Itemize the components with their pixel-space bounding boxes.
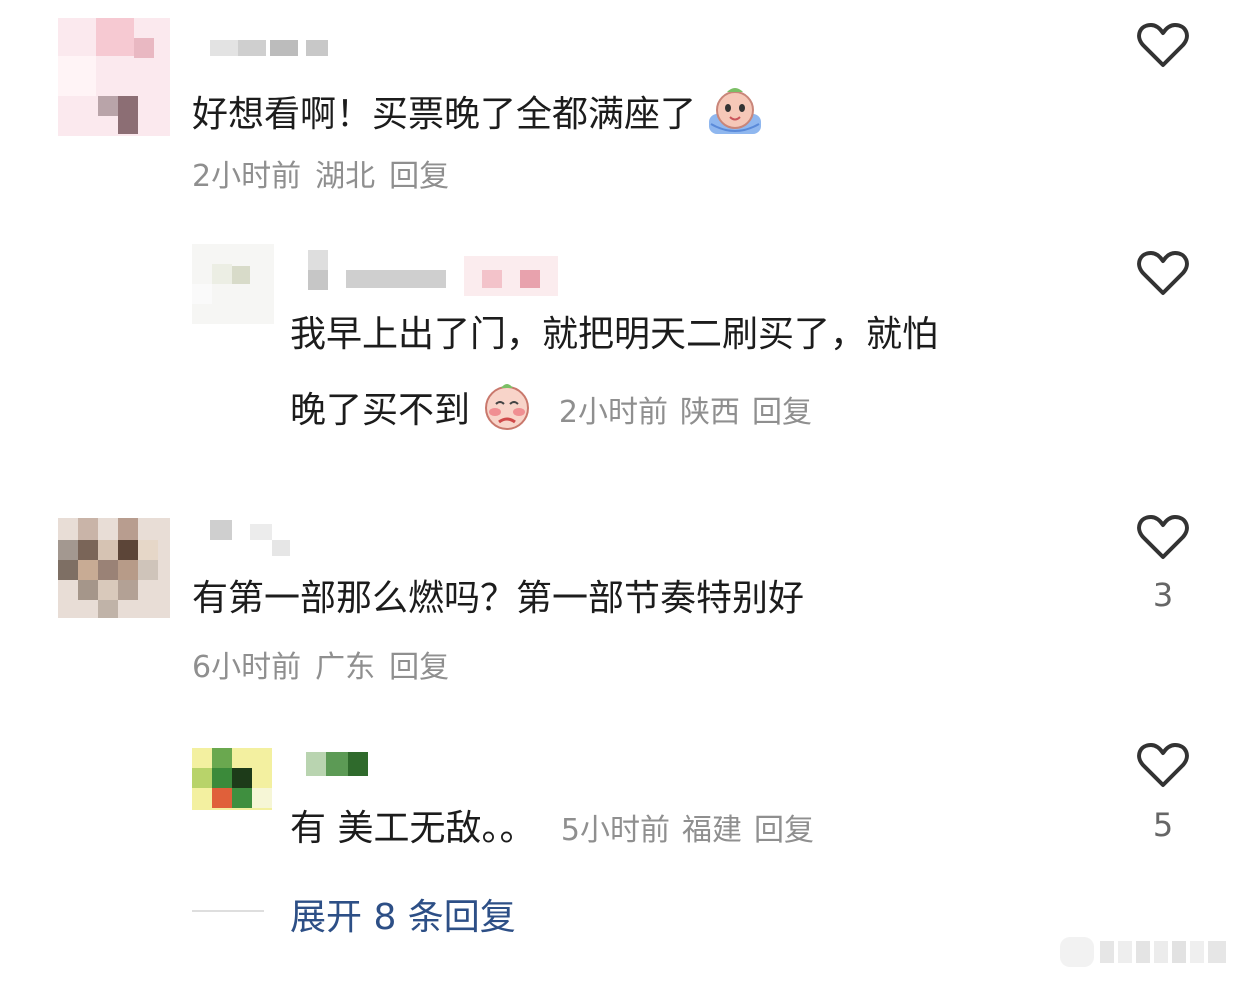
comment-body: 好想看啊！买票晚了全都满座了 xyxy=(192,94,697,135)
timestamp: 6小时前 xyxy=(192,650,302,685)
like-count: 5 xyxy=(1152,806,1174,844)
like-heart-icon[interactable] xyxy=(1137,742,1189,788)
reply-button[interactable]: 回复 xyxy=(752,395,812,430)
reply-button[interactable]: 回复 xyxy=(389,159,449,194)
comment-body-line2: 晚了买不到 xyxy=(290,390,471,431)
shy-face-icon xyxy=(481,380,533,444)
reply-button[interactable]: 回复 xyxy=(754,813,814,848)
like-heart-icon[interactable] xyxy=(1137,250,1189,296)
avatar[interactable] xyxy=(58,518,170,618)
comment-meta: 2小时前 湖北 回复 xyxy=(192,157,463,197)
location: 湖北 xyxy=(315,159,376,194)
comment-text: 我早上出了门，就把明天二刷买了，就怕 xyxy=(290,312,938,358)
reply-button[interactable]: 回复 xyxy=(389,650,449,685)
location: 福建 xyxy=(682,813,742,848)
avatar[interactable] xyxy=(58,18,170,136)
like-count: 3 xyxy=(1152,576,1174,614)
crying-face-icon xyxy=(707,84,763,148)
comment-body: 有 美工无敌。。 xyxy=(290,808,536,849)
comment-meta: 2小时前 陕西 回复 xyxy=(559,395,824,430)
expand-divider xyxy=(192,910,264,912)
comment-text: 晚了买不到 2小时前 陕西 回复 xyxy=(290,380,824,444)
comment-body: 有第一部那么燃吗？第一部节奏特别好 xyxy=(192,578,805,619)
username-blurred[interactable] xyxy=(210,36,330,58)
timestamp: 2小时前 xyxy=(558,395,669,430)
watermark-logo xyxy=(1060,933,1230,971)
username-blurred[interactable] xyxy=(300,250,560,300)
comment-text: 有第一部那么燃吗？第一部节奏特别好 xyxy=(192,576,804,622)
username-blurred[interactable] xyxy=(210,520,300,560)
comment-meta: 5小时前 福建 回复 xyxy=(561,813,826,848)
expand-replies-button[interactable]: 展开 8 条回复 xyxy=(290,888,516,940)
location: 广东 xyxy=(315,650,376,685)
location: 陕西 xyxy=(680,395,741,430)
username-blurred[interactable] xyxy=(306,752,370,782)
like-heart-icon[interactable] xyxy=(1137,22,1189,68)
comment-text: 有 美工无敌。。 5小时前 福建 回复 xyxy=(290,806,826,854)
like-heart-icon[interactable] xyxy=(1137,514,1189,560)
timestamp: 2小时前 xyxy=(192,159,302,194)
avatar[interactable] xyxy=(192,748,272,810)
comment-body-line1: 我早上出了门，就把明天二刷买了，就怕 xyxy=(290,314,939,355)
comment-meta: 6小时前 广东 回复 xyxy=(192,648,463,688)
comment-text: 好想看啊！买票晚了全都满座了 xyxy=(192,84,763,148)
timestamp: 5小时前 xyxy=(560,813,670,848)
avatar[interactable] xyxy=(192,244,274,324)
